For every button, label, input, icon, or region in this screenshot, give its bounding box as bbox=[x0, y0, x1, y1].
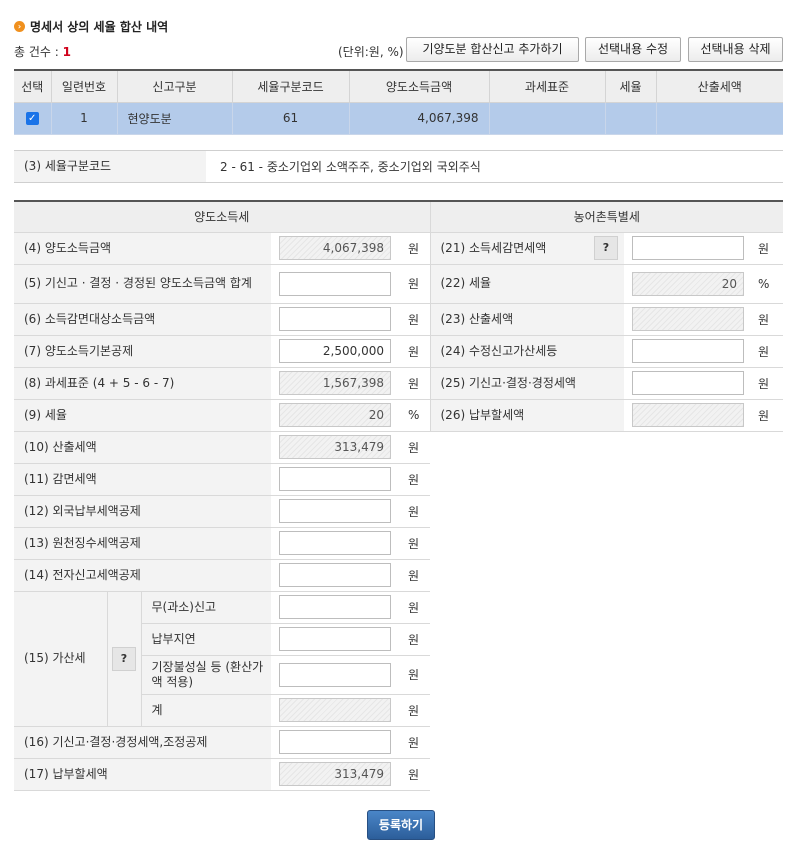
field-r15-3[interactable] bbox=[279, 662, 391, 687]
label-r15-4: 계 bbox=[141, 694, 271, 727]
label-r8: (8) 과세표준 (4 + 5 - 6 - 7) bbox=[14, 367, 271, 400]
label-r6: (6) 소득감면대상소득금액 bbox=[14, 303, 271, 336]
label-r15-3: 기장불성실 등 (환산가액 적용) bbox=[141, 655, 271, 695]
row-report-type: 현양도분 bbox=[116, 101, 233, 135]
field-r15-1[interactable] bbox=[279, 595, 391, 619]
field-r17: 313,479 bbox=[279, 762, 391, 786]
field-r14[interactable] bbox=[279, 563, 391, 587]
field-r15-4 bbox=[279, 698, 391, 722]
section-title: 명세서 상의 세율 합산 내역 bbox=[30, 20, 169, 34]
col-header-select: 선택 bbox=[14, 70, 52, 103]
help-r15-button[interactable]: ? bbox=[112, 646, 136, 671]
chevron-right-circle-icon: › bbox=[14, 21, 25, 32]
unit-label: (단위:원, %) bbox=[338, 45, 404, 59]
rate-code-row: (3) 세율구분코드 2 - 61 - 중소기업외 소액주주, 중소기업외 국외… bbox=[14, 150, 783, 183]
add-prior-transfer-button[interactable]: 기양도분 합산신고 추가하기 bbox=[406, 37, 579, 62]
row-rate-code: 61 bbox=[231, 101, 350, 135]
edit-selected-button[interactable]: 선택내용 수정 bbox=[585, 37, 681, 62]
field-r10: 313,479 bbox=[279, 435, 391, 459]
table-row[interactable]: ✓ 1 현양도분 61 4,067,398 bbox=[14, 101, 783, 135]
label-r25: (25) 기신고·결정·경정세액 bbox=[430, 367, 624, 400]
col-header-report-type: 신고구분 bbox=[116, 70, 233, 103]
col-header-serial: 일련번호 bbox=[50, 70, 118, 103]
label-r15: (15) 가산세 bbox=[14, 591, 108, 727]
field-r9: 20 bbox=[279, 403, 391, 427]
row-select-cell: ✓ bbox=[14, 101, 52, 135]
label-r15-1: 무(과소)신고 bbox=[141, 591, 271, 624]
field-r16[interactable] bbox=[279, 730, 391, 754]
label-r14: (14) 전자신고세액공제 bbox=[14, 559, 271, 592]
row-computed-tax bbox=[655, 101, 783, 135]
total-count-value: 1 bbox=[62, 45, 71, 59]
label-r13: (13) 원천징수세액공제 bbox=[14, 527, 271, 560]
section-rural-special: 농어촌특별세 bbox=[430, 201, 783, 233]
rate-code-label: (3) 세율구분코드 bbox=[14, 151, 206, 182]
register-button[interactable]: 등록하기 bbox=[367, 810, 435, 840]
section-header: › 명세서 상의 세율 합산 내역 bbox=[14, 18, 168, 35]
field-r24[interactable] bbox=[632, 339, 744, 363]
row-income: 4,067,398 bbox=[348, 101, 490, 135]
label-r16: (16) 기신고·결정·경정세액,조정공제 bbox=[14, 726, 271, 759]
field-r11[interactable] bbox=[279, 467, 391, 491]
row-checkbox[interactable]: ✓ bbox=[25, 112, 39, 125]
label-r23: (23) 산출세액 bbox=[430, 303, 624, 336]
total-count-label: 총 건수 : bbox=[14, 45, 59, 59]
field-r12[interactable] bbox=[279, 499, 391, 523]
col-header-tax-base: 과세표준 bbox=[488, 70, 606, 103]
total-count: 총 건수 : 1 bbox=[14, 43, 71, 60]
label-r22: (22) 세율 bbox=[430, 264, 624, 304]
col-header-rate: 세율 bbox=[604, 70, 657, 103]
label-r26: (26) 납부할세액 bbox=[430, 399, 624, 432]
label-r4: (4) 양도소득금액 bbox=[14, 232, 271, 265]
col-header-computed-tax: 산출세액 bbox=[655, 70, 783, 103]
field-r4: 4,067,398 bbox=[279, 236, 391, 260]
field-r13[interactable] bbox=[279, 531, 391, 555]
delete-selected-button[interactable]: 선택내용 삭제 bbox=[688, 37, 783, 62]
label-r15-2: 납부지연 bbox=[141, 623, 271, 656]
row-rate bbox=[604, 101, 657, 135]
col-header-income: 양도소득금액 bbox=[348, 70, 490, 103]
table-header-row: 선택 일련번호 신고구분 세율구분코드 양도소득금액 과세표준 세율 산출세액 bbox=[14, 70, 783, 103]
label-r9: (9) 세율 bbox=[14, 399, 271, 432]
field-r22: 20 bbox=[632, 271, 744, 296]
field-r5[interactable] bbox=[279, 271, 391, 296]
field-r21[interactable] bbox=[632, 236, 744, 260]
help-r21-button[interactable]: ? bbox=[594, 236, 618, 260]
label-r5: (5) 기신고 · 결정 · 경정된 양도소득금액 합계 bbox=[14, 264, 271, 304]
question-icon: ? bbox=[120, 651, 128, 665]
label-r17: (17) 납부할세액 bbox=[14, 758, 271, 791]
field-r26 bbox=[632, 403, 744, 427]
field-r23 bbox=[632, 307, 744, 331]
summary-table: 선택 일련번호 신고구분 세율구분코드 양도소득금액 과세표준 세율 산출세액 … bbox=[14, 69, 783, 135]
row-tax-base bbox=[488, 101, 606, 135]
row-serial: 1 bbox=[50, 101, 118, 135]
field-r25[interactable] bbox=[632, 371, 744, 395]
label-r12: (12) 외국납부세액공제 bbox=[14, 495, 271, 528]
field-r7[interactable]: 2,500,000 bbox=[279, 339, 391, 363]
question-icon: ? bbox=[602, 241, 610, 254]
section-capital-gains: 양도소득세 bbox=[14, 201, 431, 233]
tax-calc-table: 양도소득세 농어촌특별세 (4) 양도소득금액 4,067,398 원 (21)… bbox=[14, 200, 783, 791]
label-r21: (21) 소득세감면세액 bbox=[430, 232, 594, 265]
field-r6[interactable] bbox=[279, 307, 391, 331]
label-r24: (24) 수정신고가산세등 bbox=[430, 335, 624, 368]
label-r11: (11) 감면세액 bbox=[14, 463, 271, 496]
rate-code-value: 2 - 61 - 중소기업외 소액주주, 중소기업외 국외주식 bbox=[220, 160, 481, 174]
col-header-rate-code: 세율구분코드 bbox=[231, 70, 350, 103]
field-r15-2[interactable] bbox=[279, 627, 391, 651]
label-r7: (7) 양도소득기본공제 bbox=[14, 335, 271, 368]
label-r10: (10) 산출세액 bbox=[14, 431, 271, 464]
field-r8: 1,567,398 bbox=[279, 371, 391, 395]
